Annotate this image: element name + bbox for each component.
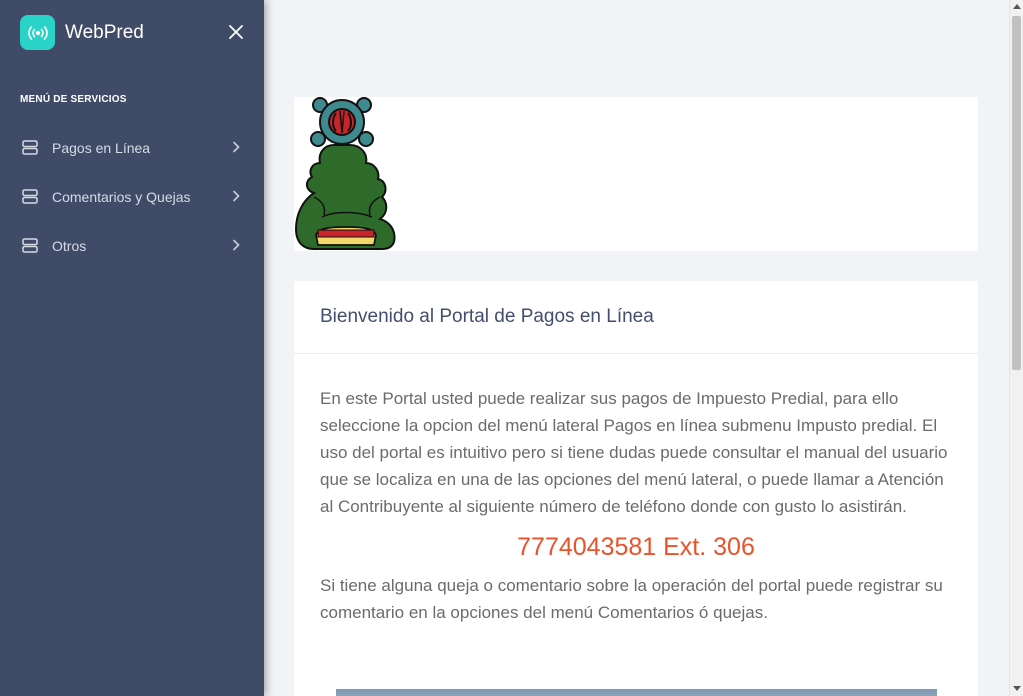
sidebar: WebPred MENÚ DE SERVICIOS Pagos en Línea… xyxy=(0,0,264,696)
menu-heading: MENÚ DE SERVICIOS xyxy=(20,94,127,105)
card-body: En este Portal usted puede realizar sus … xyxy=(294,385,978,626)
server-icon xyxy=(22,140,38,156)
chevron-right-icon xyxy=(233,239,240,251)
banner-image xyxy=(336,689,937,696)
contact-phone: 7774043581 Ext. 306 xyxy=(517,533,755,561)
intro-paragraph: En este Portal usted puede realizar sus … xyxy=(320,389,948,516)
scrollbar-thumb[interactable] xyxy=(1012,16,1021,370)
logo-card xyxy=(294,97,978,251)
close-sidebar-button[interactable] xyxy=(224,20,248,44)
vertical-scrollbar[interactable] xyxy=(1009,0,1023,696)
chevron-right-icon xyxy=(233,141,240,153)
sidebar-item-label: Otros xyxy=(52,237,87,254)
chevron-right-icon xyxy=(233,190,240,202)
close-icon xyxy=(229,25,243,39)
scroll-down-arrow-icon[interactable] xyxy=(1013,686,1021,691)
welcome-card: Bienvenido al Portal de Pagos en Línea E… xyxy=(294,281,978,696)
scroll-up-arrow-icon[interactable] xyxy=(1013,4,1021,9)
broadcast-icon xyxy=(20,15,55,50)
sidebar-menu: Pagos en Línea Comentarios y Quejas Otro… xyxy=(0,123,264,270)
app-name: WebPred xyxy=(65,21,144,43)
page-title: Bienvenido al Portal de Pagos en Línea xyxy=(320,306,654,327)
brand[interactable]: WebPred xyxy=(20,15,144,50)
sidebar-item-otros[interactable]: Otros xyxy=(0,221,264,270)
server-icon xyxy=(22,238,38,254)
sidebar-item-label: Comentarios y Quejas xyxy=(52,188,191,205)
municipal-glyph-logo xyxy=(294,97,396,250)
complaint-paragraph: Si tiene alguna queja o comentario sobre… xyxy=(320,576,943,622)
card-header: Bienvenido al Portal de Pagos en Línea xyxy=(294,281,978,354)
sidebar-item-label: Pagos en Línea xyxy=(52,139,151,156)
sidebar-item-pagos-en-linea[interactable]: Pagos en Línea xyxy=(0,123,264,172)
server-icon xyxy=(22,189,38,205)
sidebar-item-comentarios-y-quejas[interactable]: Comentarios y Quejas xyxy=(0,172,264,221)
